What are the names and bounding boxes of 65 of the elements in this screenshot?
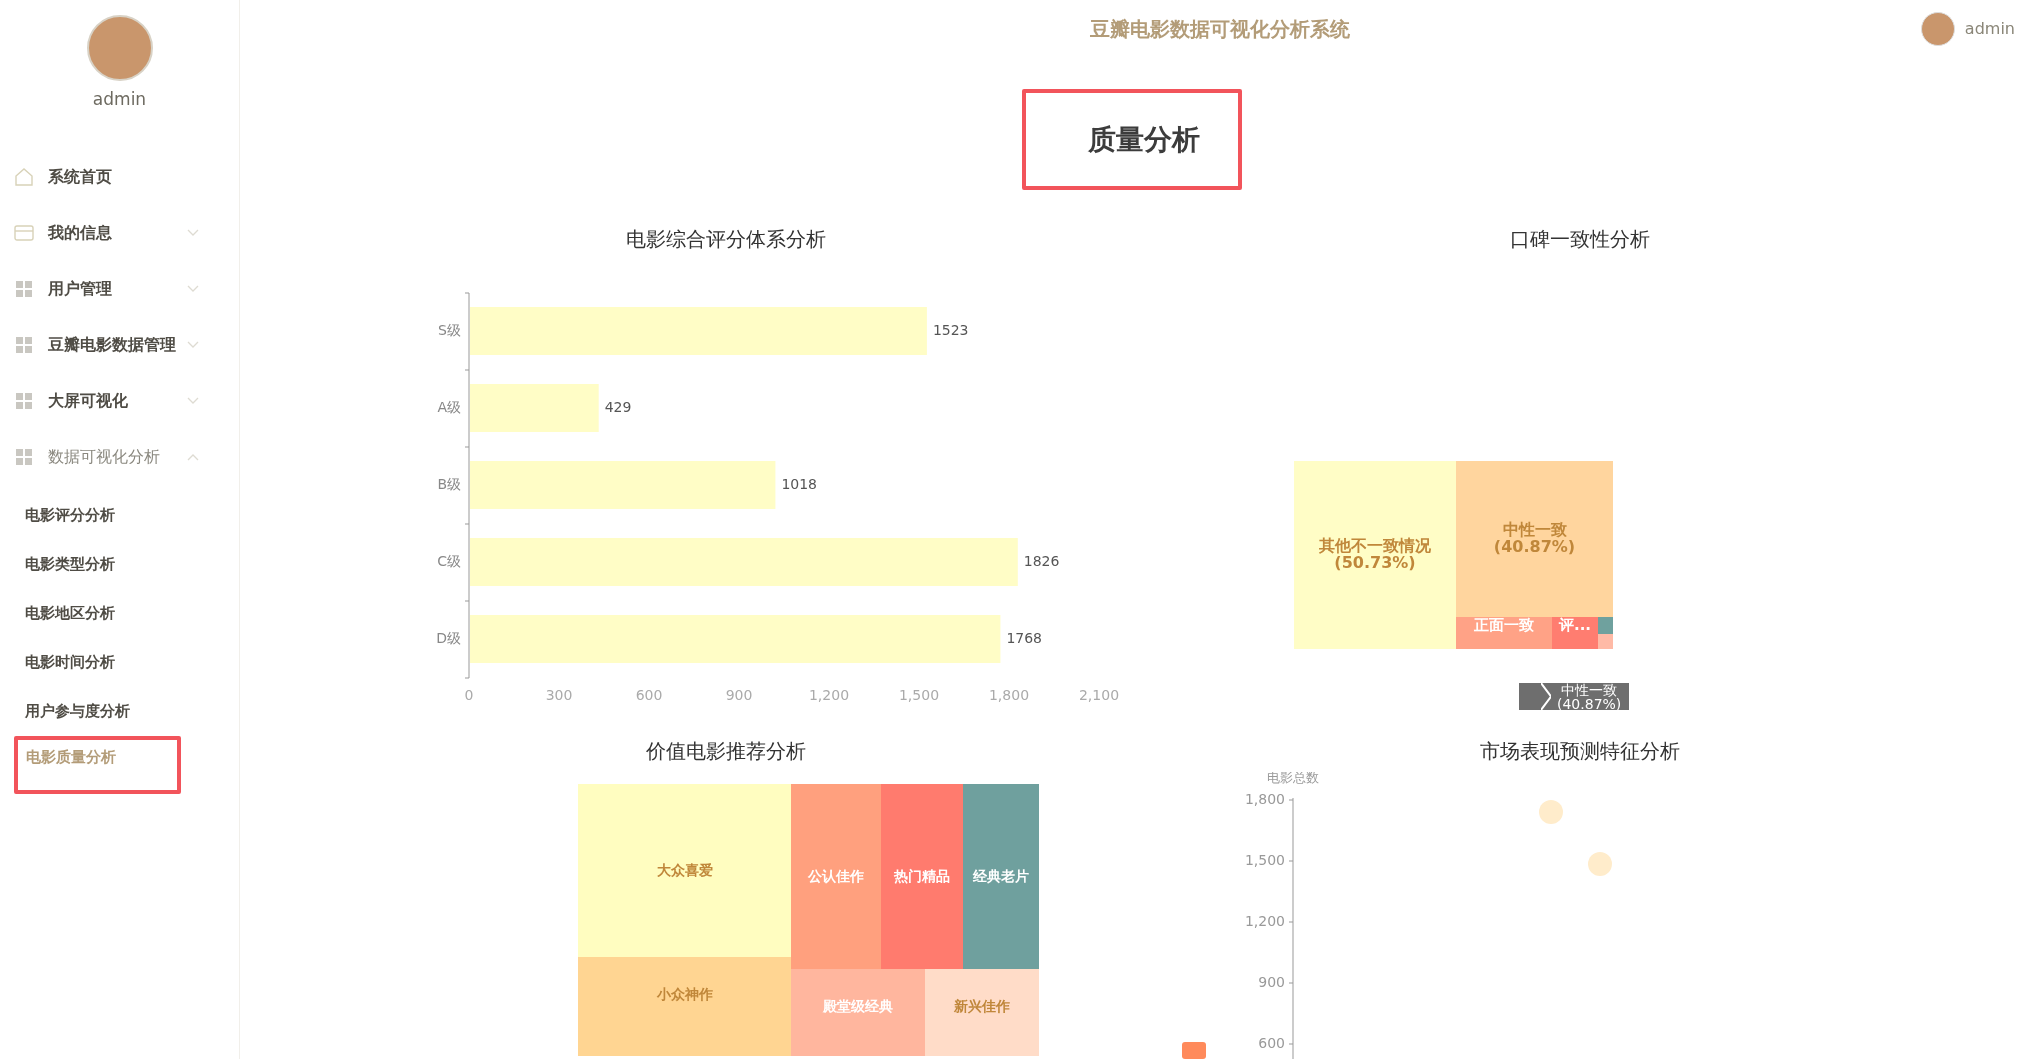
user-name: admin [91, 88, 148, 111]
axis-label: S级 [438, 322, 461, 338]
axis-label: 1,500 [898, 687, 940, 703]
submenu-item[interactable]: 用户参与度分析 [0, 686, 239, 736]
chart-title: 价值电影推荐分析 [645, 738, 807, 765]
menu-item[interactable]: 数据可视化分析 [0, 428, 239, 485]
legend-marker [1182, 1042, 1206, 1059]
menu-item[interactable]: 豆瓣电影数据管理 [0, 316, 239, 373]
value-label: 429 [604, 399, 632, 415]
axis-label: D级 [436, 630, 461, 646]
submenu-item[interactable]: 电影类型分析 [0, 539, 239, 589]
treemap-tile: 经典老片 [963, 784, 1039, 969]
axis-label: B级 [437, 476, 461, 492]
treemap-tile: 中性一致 (40.87%) [1456, 461, 1613, 617]
value-label: 1768 [1006, 630, 1043, 646]
submenu-item[interactable]: 电影地区分析 [0, 588, 239, 638]
treemap-tile: 小众神作 [578, 957, 791, 1056]
menu-item[interactable]: 用户管理 [0, 260, 239, 317]
value-label: 1523 [932, 322, 969, 338]
axis-label: 1,800 [988, 687, 1030, 703]
axis-label: 1,200 [1244, 913, 1285, 929]
menu-item[interactable]: 大屏可视化 [0, 372, 239, 429]
axis-label: 900 [1258, 974, 1285, 990]
menu-item[interactable]: 我的信息 [0, 204, 239, 261]
user-name[interactable]: admin [1964, 17, 2015, 41]
page-title: 质量分析 [1087, 121, 1200, 158]
axis-label: 0 [464, 687, 474, 703]
axis-label: A级 [437, 399, 461, 415]
value-label: 1018 [781, 476, 818, 492]
value-label: 1826 [1023, 553, 1060, 569]
chevron-icon [1541, 683, 1551, 710]
menu-item[interactable]: 系统首页 [0, 148, 239, 205]
home-icon [14, 166, 34, 187]
submenu-item[interactable]: 电影评分分析 [0, 490, 239, 540]
grid-icon [14, 278, 34, 299]
card-icon [14, 222, 34, 243]
axis-label: 600 [635, 687, 663, 703]
axis-label: 900 [725, 687, 753, 703]
app-title: 豆瓣电影数据可视化分析系统 [1090, 16, 1350, 43]
submenu-item[interactable]: 电影时间分析 [0, 637, 239, 687]
treemap-tile: 其他不一致情况 (50.73%) [1294, 461, 1456, 649]
treemap-tile: 评... [1552, 617, 1598, 649]
treemap-tile: 热门精品 [881, 784, 963, 969]
data-point [1539, 800, 1563, 824]
data-point [1588, 852, 1612, 876]
axis-label: 1,500 [1244, 852, 1285, 868]
user-avatar[interactable] [1920, 12, 1955, 46]
chart-title: 口碑一致性分析 [1509, 226, 1651, 253]
treemap-tile: 新兴佳作 [925, 969, 1039, 1056]
treemap-tile: 正面一致 [1456, 617, 1552, 649]
axis-label: 1,800 [1244, 791, 1285, 807]
axis-label: 2,100 [1078, 687, 1120, 703]
chart-title: 市场表现预测特征分析 [1479, 738, 1681, 765]
grid-icon [14, 390, 34, 411]
grid-icon [14, 446, 34, 467]
treemap-tile: 公认佳作 [791, 784, 881, 969]
axis-label: C级 [437, 553, 461, 569]
treemap-tile: 殿堂级经典 [791, 969, 925, 1056]
grid-icon [14, 334, 34, 355]
axis-label: 600 [1258, 1035, 1285, 1051]
axis-label: 1,200 [808, 687, 850, 703]
treemap-tile: 大众喜爱 [578, 784, 791, 957]
chart-title: 电影综合评分体系分析 [625, 226, 827, 253]
breadcrumb-button[interactable]: 中性一致 (40.87%) [1519, 683, 1630, 710]
axis-label: 300 [545, 687, 573, 703]
